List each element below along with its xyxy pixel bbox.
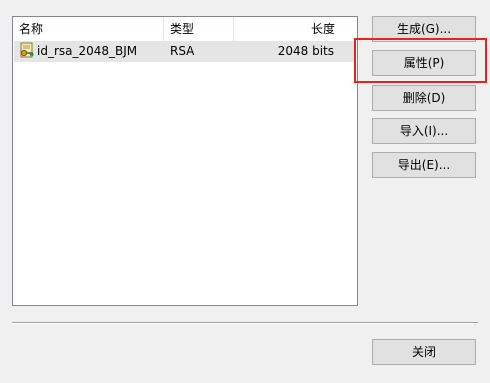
delete-button[interactable]: 删除(D) <box>372 85 476 111</box>
divider <box>12 322 478 324</box>
close-button[interactable]: 关闭 <box>372 339 476 365</box>
export-button[interactable]: 导出(E)... <box>372 152 476 178</box>
column-header-length[interactable]: 长度 <box>234 17 357 41</box>
properties-highlight-box <box>354 38 487 83</box>
key-length-cell: 2048 bits <box>277 44 334 58</box>
key-icon <box>20 42 34 58</box>
column-header-type[interactable]: 类型 <box>164 17 234 41</box>
import-button[interactable]: 导入(I)... <box>372 118 476 144</box>
key-name-cell: id_rsa_2048_BJM <box>19 41 137 62</box>
column-header-name[interactable]: 名称 <box>13 17 164 41</box>
key-list-header: 名称 类型 长度 <box>13 17 357 41</box>
key-list-row[interactable]: id_rsa_2048_BJM RSA 2048 bits <box>14 41 356 62</box>
key-list[interactable]: 名称 类型 长度 id_rsa_2048_BJM RSA 2048 bits <box>12 16 358 306</box>
key-type-cell: RSA <box>170 44 195 58</box>
key-name-text: id_rsa_2048_BJM <box>37 44 138 58</box>
